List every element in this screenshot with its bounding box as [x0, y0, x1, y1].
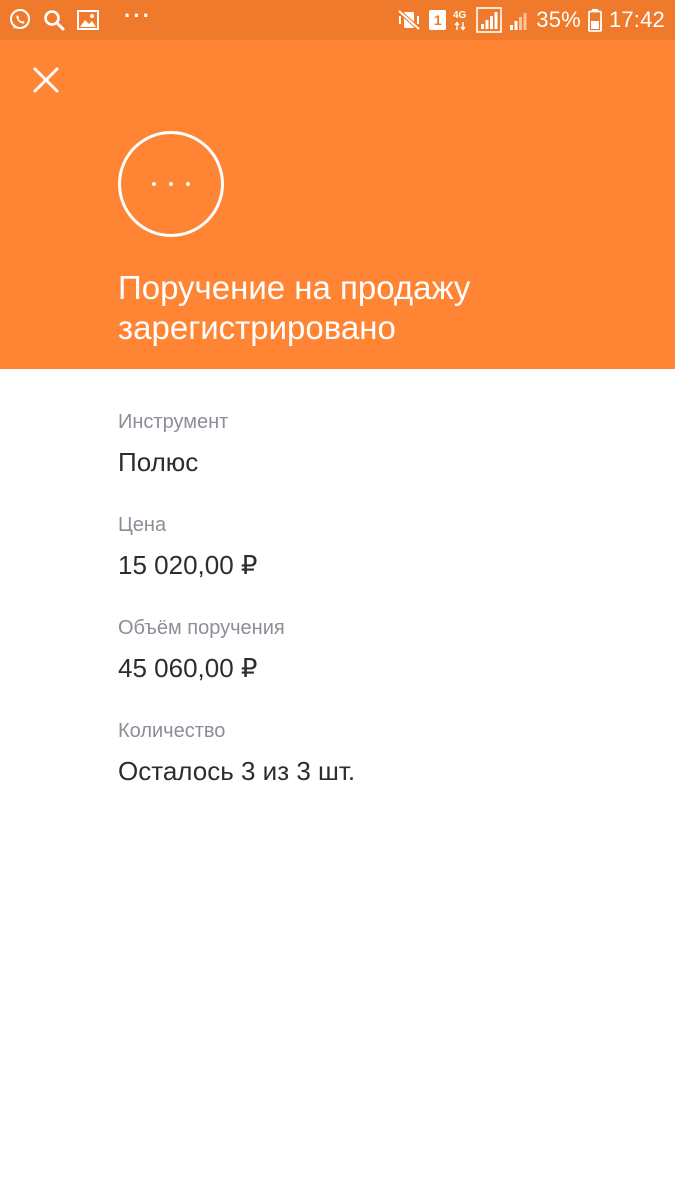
pending-dots-icon — [118, 131, 224, 237]
field-value: Осталось 3 из 3 шт. — [118, 756, 356, 786]
instrument-field: Инструмент Полюс — [118, 410, 638, 513]
network-4g-icon: 4G — [453, 10, 467, 31]
field-label: Объём поручения — [118, 617, 285, 639]
battery-percent: 35% — [536, 7, 581, 32]
clock: 17:42 — [608, 7, 665, 32]
svg-text:4G: 4G — [453, 10, 467, 21]
close-button[interactable] — [26, 60, 66, 100]
status-bar: ··· 1 4G 35% 17:42 — [0, 0, 675, 40]
system-icons: 1 4G 35% 17:42 — [396, 4, 665, 36]
field-value: Полюс — [118, 447, 199, 477]
gallery-icon — [77, 10, 99, 30]
signal-icon — [476, 7, 503, 33]
field-value: 15 020,00 ₽ — [118, 550, 258, 580]
price-field: Цена 15 020,00 ₽ — [118, 513, 638, 616]
order-volume-field: Объём поручения 45 060,00 ₽ — [118, 616, 638, 719]
order-status-header: Поручение на продажу зарегистрировано — [0, 40, 675, 369]
sim-icon: 1 — [429, 10, 447, 30]
search-icon — [44, 10, 65, 31]
notification-icons: ··· — [8, 3, 152, 34]
field-label: Количество — [118, 720, 226, 742]
field-value: 45 060,00 ₽ — [118, 653, 258, 683]
field-label: Цена — [118, 514, 167, 536]
signal-icon — [510, 13, 527, 30]
whatsapp-icon — [10, 9, 30, 29]
battery-icon — [588, 9, 602, 32]
field-label: Инструмент — [118, 411, 229, 433]
close-icon — [33, 67, 59, 93]
mute-vibrate-icon — [397, 9, 421, 31]
order-details: Инструмент Полюс Цена 15 020,00 ₽ Объём … — [118, 410, 638, 822]
more-notifications-indicator: ··· — [124, 3, 152, 28]
page-title: Поручение на продажу зарегистрировано — [118, 269, 471, 346]
quantity-field: Количество Осталось 3 из 3 шт. — [118, 719, 638, 822]
